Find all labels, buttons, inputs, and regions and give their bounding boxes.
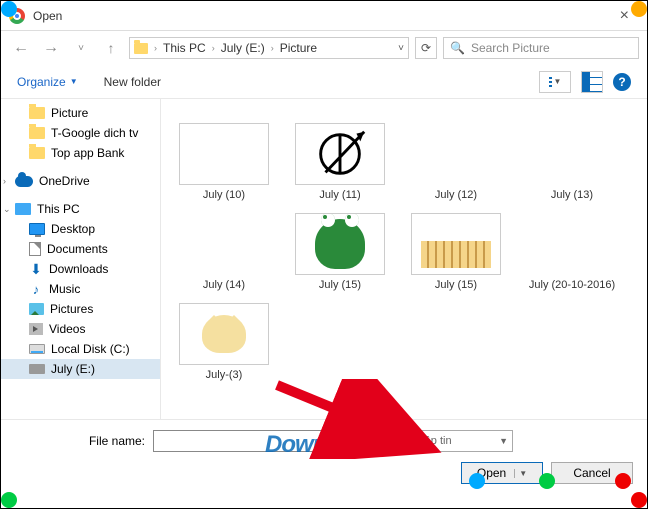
tree-topapp[interactable]: Top app Bank — [1, 143, 160, 163]
corner-marker — [631, 492, 647, 508]
chevron-right-icon: › — [271, 43, 274, 53]
annotation-dot — [469, 473, 485, 489]
thumbnails-icon — [549, 77, 552, 87]
view-mode-button[interactable]: ▼ — [539, 71, 571, 93]
downloads-icon: ⬇ — [29, 262, 43, 276]
breadcrumb-july[interactable]: July (E:) — [221, 41, 265, 55]
corner-marker — [1, 1, 17, 17]
tree-picture[interactable]: Picture — [1, 103, 160, 123]
file-item[interactable]: July (14) — [169, 213, 279, 291]
address-bar[interactable]: › This PC › July (E:) › Picture ˅ — [129, 37, 409, 59]
tree-pictures[interactable]: Pictures — [1, 299, 160, 319]
file-item[interactable]: July (15) — [285, 213, 395, 291]
disk-icon — [29, 344, 45, 354]
file-label: July (14) — [203, 279, 245, 291]
annotation-dot — [615, 473, 631, 489]
chevron-right-icon: › — [154, 43, 157, 53]
pictures-icon — [29, 303, 44, 315]
search-icon: 🔍 — [450, 41, 465, 55]
filename-input[interactable] — [153, 430, 363, 452]
tree-tgoogle[interactable]: T-Google dich tv — [1, 123, 160, 143]
breadcrumb-thispc[interactable]: This PC — [163, 41, 206, 55]
videos-icon — [29, 323, 43, 335]
navbar: ← → ˅ ↑ › This PC › July (E:) › Picture … — [1, 31, 647, 65]
refresh-button[interactable]: ⟳ — [415, 37, 437, 59]
organize-menu[interactable]: Organize▼ — [17, 75, 78, 89]
search-input[interactable]: 🔍 Search Picture — [443, 37, 639, 59]
tree-downloads[interactable]: ⬇Downloads — [1, 259, 160, 279]
filter-label: Tất cả tệp tin — [388, 435, 452, 447]
usb-drive-icon — [29, 364, 45, 374]
file-label: July (11) — [319, 189, 360, 201]
onedrive-icon — [15, 176, 33, 187]
file-item[interactable]: July (13) — [517, 123, 627, 201]
recent-dropdown[interactable]: ˅ — [69, 36, 93, 60]
thumbnail — [179, 123, 269, 185]
file-label: July (12) — [435, 189, 477, 201]
filename-label: File name: — [15, 434, 145, 448]
file-item[interactable]: July (15) — [401, 213, 511, 291]
help-button[interactable]: ? — [613, 73, 631, 91]
navigation-tree: Picture T-Google dich tv Top app Bank ›O… — [1, 99, 161, 419]
desktop-icon — [29, 223, 45, 235]
main-area: Picture T-Google dich tv Top app Bank ›O… — [1, 99, 647, 419]
tree-onedrive[interactable]: ›OneDrive — [1, 171, 160, 191]
folder-icon — [134, 43, 148, 54]
tree-documents[interactable]: Documents — [1, 239, 160, 259]
window-title: Open — [33, 9, 62, 23]
up-button[interactable]: ↑ — [99, 36, 123, 60]
thumbnail — [411, 123, 501, 185]
breadcrumb-picture[interactable]: Picture — [280, 41, 317, 55]
annotation-dot — [539, 473, 555, 489]
thumbnail — [295, 213, 385, 275]
tree-videos[interactable]: Videos — [1, 319, 160, 339]
search-placeholder: Search Picture — [471, 41, 550, 55]
chevron-down-icon: ▼ — [499, 436, 508, 446]
folder-icon — [29, 127, 45, 139]
documents-icon — [29, 242, 41, 256]
back-button[interactable]: ← — [9, 36, 33, 60]
chevron-down-icon: ▼ — [554, 77, 562, 86]
file-item[interactable]: July (12) — [401, 123, 511, 201]
file-grid[interactable]: July (10) July (11) July (12) July (13) … — [161, 99, 647, 419]
file-label: July (13) — [551, 189, 593, 201]
file-item[interactable]: July (10) — [169, 123, 279, 201]
forward-button[interactable]: → — [39, 36, 63, 60]
corner-marker — [631, 1, 647, 17]
tree-localc[interactable]: Local Disk (C:) — [1, 339, 160, 359]
file-item[interactable]: July (20-10-2016) — [517, 213, 627, 291]
file-item[interactable]: July-(3) — [169, 303, 279, 381]
new-folder-button[interactable]: New folder — [104, 75, 161, 89]
tree-music[interactable]: ♪Music — [1, 279, 160, 299]
chevron-right-icon: › — [212, 43, 215, 53]
thumbnail — [179, 213, 269, 275]
toolbar: Organize▼ New folder ▼ ? — [1, 65, 647, 99]
address-dropdown[interactable]: ˅ — [398, 43, 404, 54]
thumbnail — [295, 123, 385, 185]
file-label: July-(3) — [206, 369, 243, 381]
tree-thispc[interactable]: ⌄This PC — [1, 199, 160, 219]
split-dropdown-icon[interactable]: ▼ — [514, 469, 527, 478]
thumbnail — [411, 213, 501, 275]
thispc-icon — [15, 203, 31, 215]
tree-julye[interactable]: July (E:) — [1, 359, 160, 379]
music-icon: ♪ — [29, 282, 43, 296]
file-label: July (10) — [203, 189, 245, 201]
file-label: July (15) — [435, 279, 477, 291]
thumbnail — [527, 213, 617, 275]
file-type-filter[interactable]: Tất cả tệp tin ▼ — [383, 430, 513, 452]
tree-desktop[interactable]: Desktop — [1, 219, 160, 239]
folder-icon — [29, 107, 45, 119]
file-item[interactable]: July (11) — [285, 123, 395, 201]
file-label: July (20-10-2016) — [529, 279, 615, 291]
file-label: July (15) — [319, 279, 361, 291]
thumbnail — [527, 123, 617, 185]
thumbnail — [179, 303, 269, 365]
collapse-icon[interactable]: ⌄ — [3, 204, 11, 215]
expand-icon[interactable]: › — [3, 176, 6, 186]
preview-pane-button[interactable] — [581, 71, 603, 93]
folder-icon — [29, 147, 45, 159]
titlebar: Open × — [1, 1, 647, 31]
corner-marker — [1, 492, 17, 508]
